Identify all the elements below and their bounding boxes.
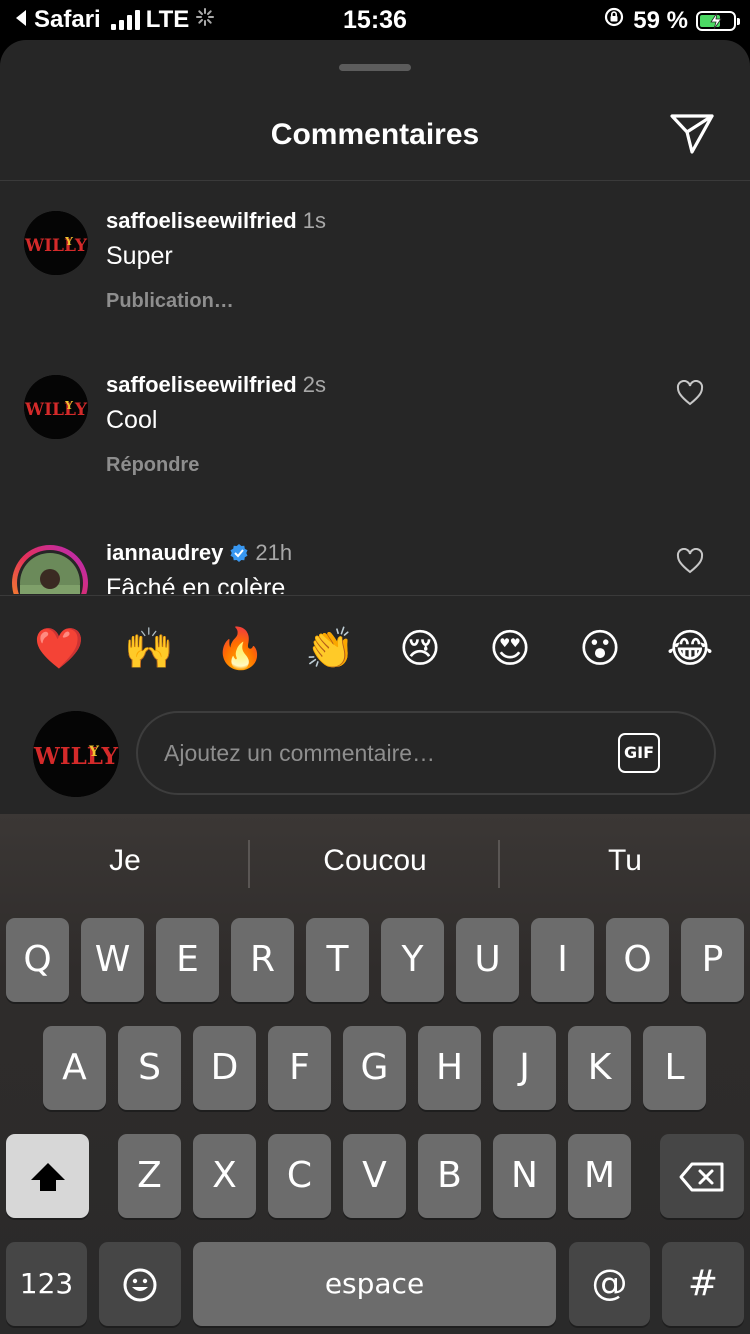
- key-x[interactable]: X: [193, 1134, 256, 1218]
- space-key[interactable]: espace: [193, 1242, 556, 1326]
- comment-status: Publication…: [106, 290, 234, 312]
- emoji-surprised[interactable]: 😮: [575, 624, 625, 674]
- svg-text:Y: Y: [88, 744, 100, 760]
- avatar[interactable]: WILLY Y: [24, 211, 88, 275]
- comment-time: 21h: [255, 540, 293, 565]
- send-icon: [670, 114, 714, 154]
- willy-logo-avatar: WILLY Y: [24, 375, 88, 439]
- svg-text:WILLY: WILLY: [24, 236, 88, 256]
- key-k[interactable]: K: [568, 1026, 631, 1110]
- comment-header: iannaudrey 21h: [106, 540, 292, 566]
- comment-header: saffoeliseewilfried 1s: [106, 208, 326, 234]
- key-s[interactable]: S: [118, 1026, 181, 1110]
- prediction-bar: Je Coucou Tu: [0, 814, 750, 914]
- key-m[interactable]: M: [568, 1134, 631, 1218]
- comments-sheet: Commentaires WILLY Y saffoeliseewilfried…: [0, 40, 750, 814]
- battery-icon: [696, 10, 740, 31]
- willy-logo-avatar: WILLY Y: [33, 711, 119, 797]
- shift-key[interactable]: [6, 1134, 89, 1218]
- battery-percent: 59 %: [633, 6, 688, 34]
- key-j[interactable]: J: [493, 1026, 556, 1110]
- emoji-face-icon: [123, 1268, 157, 1302]
- story-ring-avatar: [17, 550, 83, 594]
- comment-username[interactable]: saffoeliseewilfried: [106, 208, 297, 233]
- key-i[interactable]: I: [531, 918, 594, 1002]
- prediction-1[interactable]: Je: [0, 844, 250, 878]
- comment-header: saffoeliseewilfried 2s: [106, 372, 326, 398]
- key-w[interactable]: W: [81, 918, 144, 1002]
- comment-text: Cool: [106, 406, 158, 434]
- key-d[interactable]: D: [193, 1026, 256, 1110]
- at-key[interactable]: @: [569, 1242, 650, 1326]
- emoji-laughing[interactable]: 😂: [665, 624, 715, 674]
- comment-input[interactable]: Ajoutez un commentaire… GIF: [136, 711, 716, 795]
- composer-avatar: WILLY Y: [33, 711, 119, 797]
- comment-input-placeholder: Ajoutez un commentaire…: [164, 740, 436, 766]
- key-v[interactable]: V: [343, 1134, 406, 1218]
- prediction-3[interactable]: Tu: [500, 844, 750, 878]
- comment-username[interactable]: iannaudrey: [106, 540, 223, 565]
- svg-text:WILLY: WILLY: [24, 400, 88, 420]
- gif-button[interactable]: GIF: [618, 733, 660, 773]
- heart-icon: [676, 547, 704, 574]
- delete-key[interactable]: [660, 1134, 744, 1218]
- svg-text:Y: Y: [64, 235, 73, 248]
- like-button[interactable]: [676, 379, 704, 406]
- sheet-grabber[interactable]: [339, 64, 411, 71]
- backspace-icon: [679, 1162, 724, 1192]
- svg-text:Y: Y: [64, 399, 73, 412]
- emoji-heart-eyes[interactable]: 😍: [485, 624, 535, 674]
- numbers-key[interactable]: 123: [6, 1242, 87, 1326]
- avatar[interactable]: [12, 545, 88, 594]
- orientation-lock-icon: [603, 6, 625, 35]
- key-q[interactable]: Q: [6, 918, 69, 1002]
- comment-time: 2s: [302, 372, 326, 397]
- comment-time: 1s: [302, 208, 326, 233]
- key-f[interactable]: F: [268, 1026, 331, 1110]
- heart-icon: [676, 379, 704, 406]
- key-a[interactable]: A: [43, 1026, 106, 1110]
- emoji-key[interactable]: [99, 1242, 181, 1326]
- key-u[interactable]: U: [456, 918, 519, 1002]
- comment-list[interactable]: WILLY Y saffoeliseewilfried 1s Super Publ…: [0, 181, 750, 594]
- emoji-raised-hands[interactable]: 🙌: [124, 624, 174, 674]
- avatar[interactable]: WILLY Y: [24, 375, 88, 439]
- page-title: Commentaires: [270, 118, 480, 151]
- key-z[interactable]: Z: [118, 1134, 181, 1218]
- key-r[interactable]: R: [231, 918, 294, 1002]
- key-e[interactable]: E: [156, 918, 219, 1002]
- emoji-heart[interactable]: ❤️: [34, 624, 84, 674]
- status-bar: Safari LTE 15:36 59 %: [0, 0, 750, 40]
- key-b[interactable]: B: [418, 1134, 481, 1218]
- emoji-clap[interactable]: 👏: [305, 624, 355, 674]
- prediction-2[interactable]: Coucou: [250, 844, 500, 878]
- comment-username[interactable]: saffoeliseewilfried: [106, 372, 297, 397]
- comment-text: Fâché en colère: [106, 574, 286, 594]
- key-c[interactable]: C: [268, 1134, 331, 1218]
- status-right: 59 %: [603, 6, 740, 35]
- emoji-crying[interactable]: 😢: [395, 624, 445, 674]
- key-g[interactable]: G: [343, 1026, 406, 1110]
- key-p[interactable]: P: [681, 918, 744, 1002]
- key-l[interactable]: L: [643, 1026, 706, 1110]
- key-h[interactable]: H: [418, 1026, 481, 1110]
- reply-button[interactable]: Répondre: [106, 454, 199, 477]
- emoji-quick-bar: ❤️ 🙌 🔥 👏 😢 😍 😮 😂: [0, 595, 750, 706]
- hash-key[interactable]: #: [662, 1242, 744, 1326]
- key-n[interactable]: N: [493, 1134, 556, 1218]
- like-button[interactable]: [676, 547, 704, 574]
- share-button[interactable]: [668, 112, 720, 160]
- key-y[interactable]: Y: [381, 918, 444, 1002]
- verified-badge-icon: [230, 544, 248, 562]
- svg-text:WILLY: WILLY: [33, 743, 118, 770]
- willy-logo-avatar: WILLY Y: [24, 211, 88, 275]
- key-t[interactable]: T: [306, 918, 369, 1002]
- shift-icon: [30, 1163, 65, 1191]
- key-o[interactable]: O: [606, 918, 669, 1002]
- comment-text: Super: [106, 242, 173, 270]
- keyboard: Je Coucou Tu Q W E R T Y U I O P A S D F…: [0, 814, 750, 1334]
- emoji-fire[interactable]: 🔥: [215, 624, 265, 674]
